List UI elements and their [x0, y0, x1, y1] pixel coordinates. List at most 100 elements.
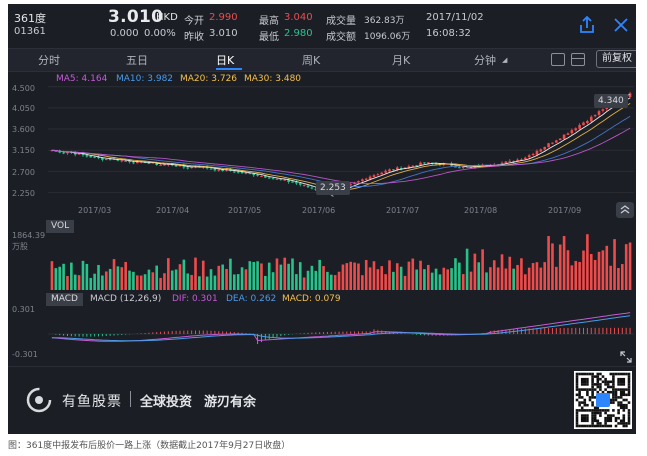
tab-daily-k[interactable]: 日K [216, 52, 234, 68]
volume-bar [524, 274, 527, 290]
fullscreen-icon[interactable] [620, 348, 632, 363]
candle-body [147, 162, 151, 164]
candle-body [298, 183, 302, 185]
candle-body [427, 162, 430, 164]
qr-module [612, 393, 615, 397]
volume-bar [116, 266, 120, 290]
qr-module [591, 422, 594, 425]
adjust-price-button[interactable]: 前复权 [596, 50, 636, 68]
volume-bar [143, 274, 147, 290]
volume-bar [368, 267, 372, 290]
volume-bar [403, 275, 407, 290]
volume-bar [492, 260, 496, 290]
qr-module [593, 411, 597, 415]
qr-module [599, 372, 602, 376]
qr-module [586, 416, 589, 420]
tab-minute[interactable]: 分钟 [474, 52, 496, 68]
volume-bar [62, 263, 65, 290]
qr-module [627, 388, 631, 391]
tab-five-day[interactable]: 五日 [126, 52, 148, 68]
qr-module [619, 380, 623, 384]
volume-value: 362.83万 [364, 16, 405, 26]
price-change-pct: 0.00% [144, 28, 176, 39]
qr-module [622, 414, 626, 417]
volume-bar [628, 242, 632, 290]
qr-module [580, 419, 584, 423]
date-tick: 2017/08 [464, 206, 498, 215]
candle-body [236, 171, 240, 173]
volume-bar [438, 274, 442, 290]
qr-module [580, 383, 584, 386]
volume-bar [151, 272, 155, 290]
qr-module [591, 409, 594, 412]
volume-bar [384, 274, 387, 290]
qr-module [612, 409, 615, 412]
qr-module [599, 383, 602, 386]
candle-body [361, 179, 364, 182]
qr-module [578, 401, 581, 404]
qr-module [599, 385, 602, 389]
qr-module [575, 422, 579, 425]
volume-bar [186, 273, 190, 290]
volume-bar [504, 268, 508, 290]
dea-line [51, 315, 631, 342]
candle-body [306, 185, 310, 188]
candle-body [535, 150, 539, 155]
volume-bar [267, 262, 271, 290]
qr-module [575, 377, 579, 381]
volume-bar [555, 266, 558, 290]
brand-divider [130, 391, 131, 407]
qr-module [596, 375, 600, 378]
volume-bar [570, 265, 574, 290]
qr-module [627, 383, 631, 386]
volume-bar [469, 271, 473, 290]
close-icon[interactable] [611, 15, 631, 35]
qr-module [625, 372, 628, 376]
qr-module [580, 380, 584, 384]
candle-body [458, 167, 461, 169]
volume-bar [314, 270, 318, 290]
candle-body [589, 116, 593, 122]
volume-bar [485, 272, 488, 290]
volume-bar [574, 260, 578, 290]
volume-bar [543, 262, 546, 290]
volume-bar [353, 262, 356, 290]
qr-module [622, 393, 626, 397]
volume-bar [361, 275, 364, 290]
qr-module [596, 422, 600, 425]
turnover-label: 成交额 [326, 32, 356, 43]
candle-body [357, 180, 360, 183]
current-price: 3.010 [108, 7, 164, 27]
open-value: 2.990 [209, 12, 238, 23]
single-chart-icon[interactable] [551, 53, 565, 66]
tab-monthly-k[interactable]: 月K [392, 52, 410, 68]
volume-bar [236, 274, 240, 290]
volume-bar [465, 248, 469, 290]
qr-module [627, 390, 631, 394]
candle-body [380, 172, 384, 175]
qr-module [612, 385, 615, 389]
qr-module [614, 393, 618, 397]
qr-module [580, 388, 584, 391]
qr-module [591, 419, 594, 423]
qr-module [588, 424, 592, 428]
low-value: 2.980 [284, 28, 313, 39]
volume-bar [306, 270, 310, 290]
qr-module [614, 390, 618, 394]
tab-weekly-k[interactable]: 周K [302, 52, 320, 68]
qr-module [627, 393, 631, 397]
collapse-chevron-icon[interactable] [616, 202, 634, 218]
candle-body [586, 121, 589, 124]
split-chart-icon[interactable] [571, 53, 585, 66]
candle-body [310, 187, 314, 189]
volume-bar [326, 271, 329, 290]
volume-bar [244, 269, 248, 290]
qr-module [627, 411, 631, 415]
volume-bar [500, 254, 504, 290]
qr-center-logo [596, 393, 610, 407]
share-icon[interactable] [576, 14, 598, 36]
tab-intraday[interactable]: 分时 [38, 52, 60, 68]
qr-module [599, 377, 602, 381]
qr-module [612, 388, 615, 391]
candle-body [504, 161, 508, 163]
